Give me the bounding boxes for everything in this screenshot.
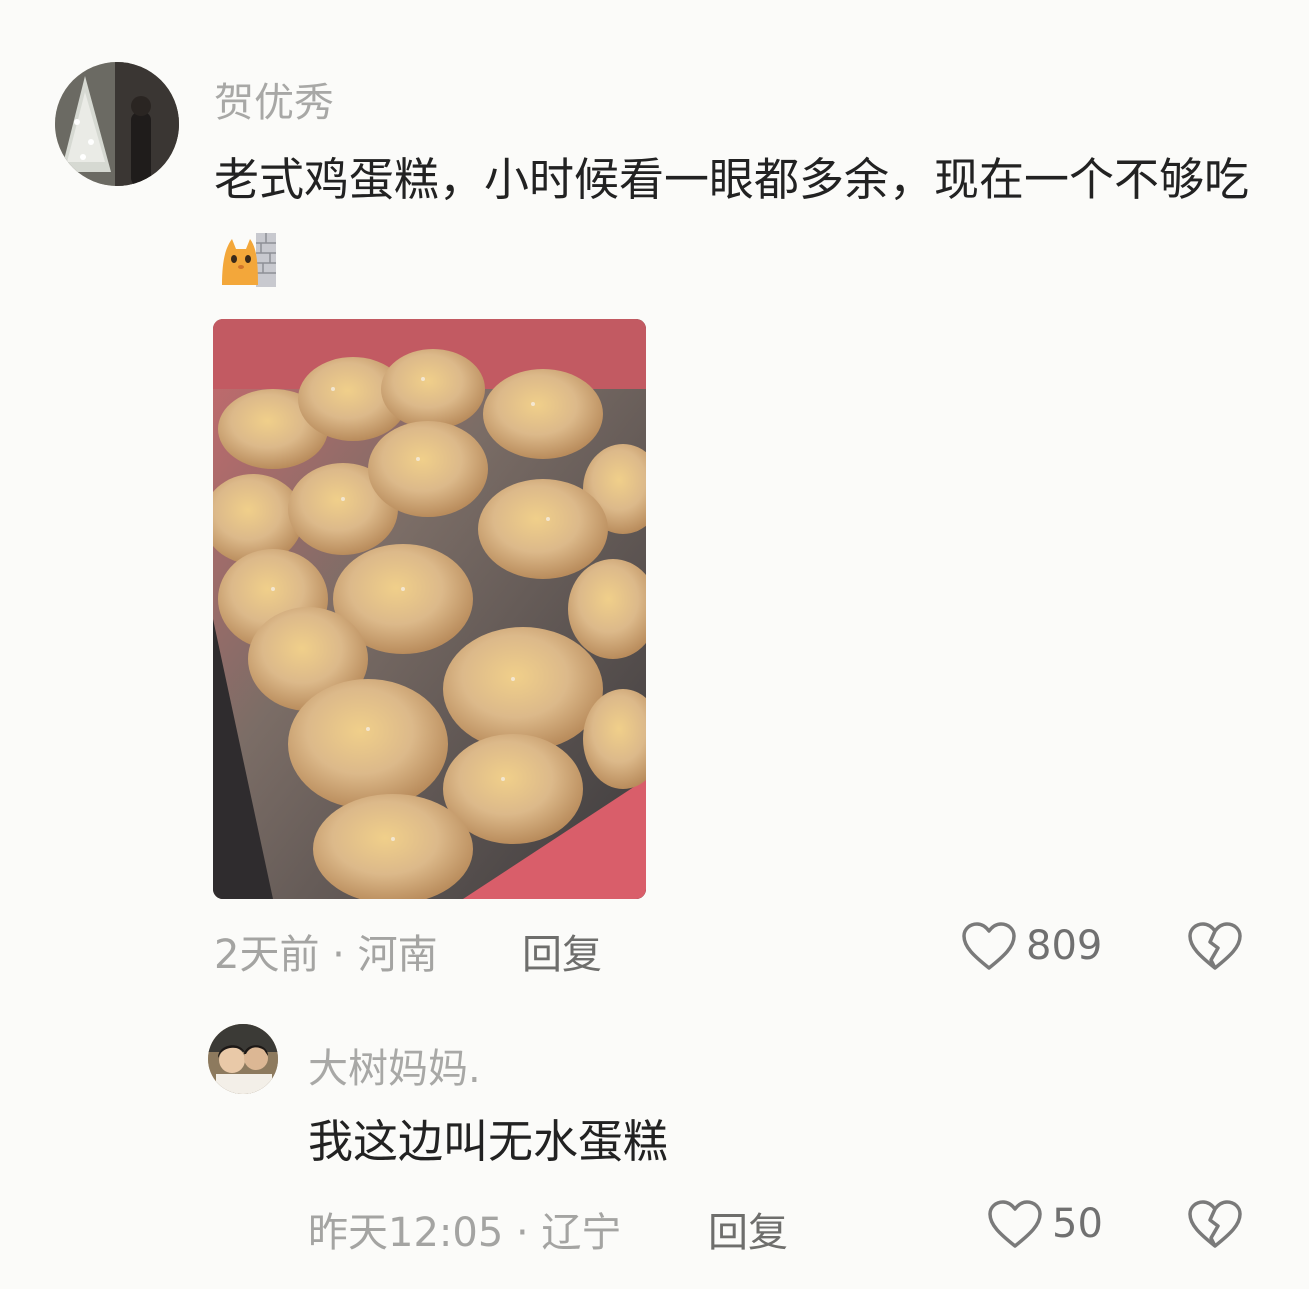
- heart-outline-icon: [960, 920, 1018, 972]
- comment-meta: 2天前 · 河南: [214, 932, 438, 978]
- username[interactable]: 大树妈妈.: [308, 1036, 481, 1094]
- like-count: 809: [1026, 923, 1103, 969]
- cat-peeking-emoji: [218, 229, 278, 289]
- comment-meta: 昨天12:05 · 辽宁: [308, 1210, 622, 1256]
- like-count: 50: [1052, 1201, 1103, 1247]
- broken-heart-icon: [1186, 922, 1244, 976]
- reply-button[interactable]: 回复: [522, 922, 602, 980]
- comment-text: 我这边叫无水蛋糕: [308, 1115, 669, 1168]
- avatar[interactable]: [55, 62, 179, 186]
- like-button[interactable]: 50: [986, 1198, 1103, 1250]
- comment-text: 老式鸡蛋糕，小时候看一眼都多余，现在一个不够吃: [214, 142, 1274, 294]
- reply-button[interactable]: 回复: [708, 1200, 788, 1258]
- dislike-button[interactable]: [1186, 1198, 1244, 1254]
- like-button[interactable]: 809: [960, 920, 1102, 972]
- avatar[interactable]: [208, 1024, 278, 1094]
- username[interactable]: 贺优秀: [214, 70, 334, 128]
- comment-text-content: 老式鸡蛋糕，小时候看一眼都多余，现在一个不够吃: [214, 153, 1250, 206]
- broken-heart-icon: [1186, 1200, 1244, 1254]
- egg-cake-photo[interactable]: [213, 319, 646, 899]
- heart-outline-icon: [986, 1198, 1044, 1250]
- dislike-button[interactable]: [1186, 920, 1244, 976]
